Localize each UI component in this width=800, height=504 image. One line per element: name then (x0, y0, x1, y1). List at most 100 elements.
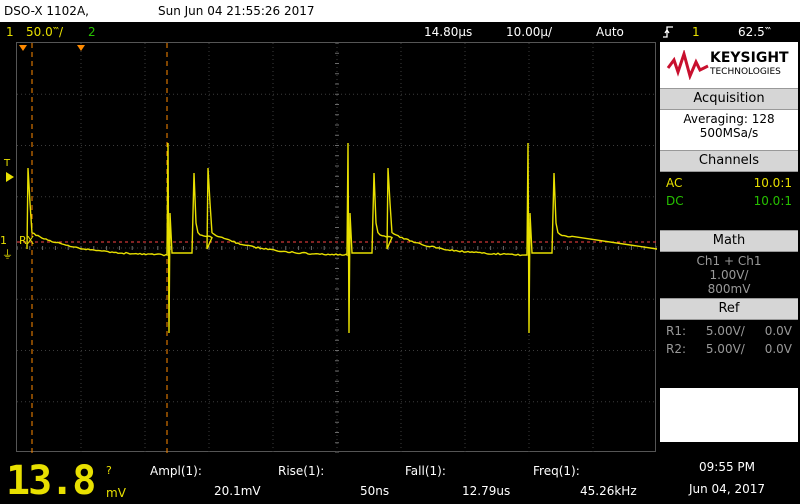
keysight-logo: KEYSIGHT TECHNOLOGIES (660, 42, 798, 88)
trigger-level[interactable]: 62.5‷ (738, 25, 771, 39)
grid-tick (335, 309, 339, 310)
grid-tick (335, 114, 339, 115)
grid-tick (413, 246, 414, 250)
ampl-value: 20.1mV (214, 484, 261, 498)
fall-value: 12.79us (462, 484, 510, 498)
grid-tick (503, 246, 504, 250)
r1-scale: 5.00V/ (706, 324, 745, 338)
grid-tick (567, 246, 568, 250)
grid-tick (335, 381, 339, 382)
scope-canvas (17, 43, 657, 453)
r1-label: R1: (666, 324, 686, 338)
grid-tick (541, 246, 542, 250)
freq-label[interactable]: Freq(1): (533, 464, 580, 478)
grid-tick (335, 453, 339, 454)
grid-tick (132, 246, 133, 250)
clock-time: 09:55 PM (672, 460, 782, 474)
grid-tick (335, 166, 339, 167)
grid-tick (335, 278, 339, 279)
grid-tick (17, 246, 18, 250)
time-scale[interactable]: 10.00µ/ (506, 25, 552, 39)
big-readout: 13.8 (6, 458, 94, 504)
grid-tick (335, 258, 339, 259)
datetime-label: Sun Jun 04 21:55:26 2017 (158, 4, 315, 18)
r2-label: R2: (666, 342, 686, 356)
math-scale: 1.00V/ (660, 268, 798, 282)
grid-tick (119, 246, 120, 250)
grid-tick (335, 237, 339, 238)
grid-tick (335, 176, 339, 177)
grid-tick (335, 412, 339, 413)
grid-tick (516, 246, 517, 250)
r2-offset: 0.0V (765, 342, 792, 356)
grid-tick (335, 43, 339, 44)
rx-label: RX (19, 234, 34, 247)
grid-tick (335, 268, 339, 269)
time-offset[interactable]: 14.80µs (424, 25, 472, 39)
trigger-mode[interactable]: Auto (596, 25, 624, 39)
sample-rate: 500MSa/s (660, 126, 798, 140)
grid-tick (324, 246, 325, 250)
grid-tick (335, 227, 339, 228)
channel-bar: 1 50.0‷/ 2 14.80µs 10.00µ/ Auto 1 62.5‷ (0, 22, 800, 42)
grid-tick (335, 53, 339, 54)
grid-tick (106, 246, 107, 250)
grid-tick (55, 246, 56, 250)
ground-icon: ⏚ (2, 246, 13, 262)
averaging-value: Averaging: 128 (660, 112, 798, 126)
grid-tick (298, 246, 299, 250)
readout-flag: ? (106, 464, 112, 477)
grid-tick (335, 289, 339, 290)
grid-tick (554, 246, 555, 250)
trigger-level-marker: T (4, 158, 10, 169)
rise-value: 50ns (360, 484, 389, 498)
trigger-channel[interactable]: 1 (692, 25, 700, 39)
grid-tick (183, 246, 184, 250)
grid-tick (477, 246, 478, 250)
ch1-probe[interactable]: 10.0:1 (754, 176, 792, 190)
ampl-label[interactable]: Ampl(1): (150, 464, 202, 478)
waveform-display[interactable] (16, 42, 656, 452)
side-panel: KEYSIGHT TECHNOLOGIES Acquisition Averag… (660, 42, 798, 442)
grid-tick (335, 319, 339, 320)
grid-tick (593, 246, 594, 250)
fall-label[interactable]: Fall(1): (405, 464, 446, 478)
ref-header[interactable]: Ref (660, 298, 798, 320)
grid-tick (335, 248, 339, 249)
grid-tick (335, 186, 339, 187)
ch1-scale[interactable]: 50.0‷/ (26, 25, 63, 39)
ch2-probe[interactable]: 10.0:1 (754, 194, 792, 208)
grid-tick (247, 246, 248, 250)
grid-tick (618, 246, 619, 250)
math-offset: 800mV (660, 282, 798, 296)
grid-tick (631, 246, 632, 250)
grid-tick (234, 246, 235, 250)
ch2-coupling[interactable]: DC (666, 194, 684, 208)
ch1-number[interactable]: 1 (6, 25, 14, 39)
acquisition-header[interactable]: Acquisition (660, 88, 798, 110)
rise-label[interactable]: Rise(1): (278, 464, 324, 478)
grid-tick (335, 145, 339, 146)
keysight-wave-icon (666, 50, 710, 80)
ch1-coupling[interactable]: AC (666, 176, 682, 190)
measurement-bar: 13.8 ? mV Ampl(1): 20.1mV Rise(1): 50ns … (0, 456, 800, 503)
brand-name: KEYSIGHT (710, 50, 789, 66)
grid-tick (335, 422, 339, 423)
grid-tick (335, 63, 339, 64)
math-header[interactable]: Math (660, 230, 798, 252)
grid-tick (465, 246, 466, 250)
grid-tick (285, 246, 286, 250)
grid-tick (335, 196, 339, 197)
grid-tick (335, 207, 339, 208)
trigger-edge-icon (662, 25, 674, 42)
grid-tick (196, 246, 197, 250)
channels-header[interactable]: Channels (660, 150, 798, 172)
grid-tick (335, 401, 339, 402)
ch2-number[interactable]: 2 (88, 25, 96, 39)
grid-tick (335, 135, 339, 136)
math-function: Ch1 + Ch1 (660, 254, 798, 268)
brand-sub: TECHNOLOGIES (710, 67, 781, 77)
grid-tick (335, 442, 339, 443)
grid-tick (335, 330, 339, 331)
grid-tick (335, 360, 339, 361)
